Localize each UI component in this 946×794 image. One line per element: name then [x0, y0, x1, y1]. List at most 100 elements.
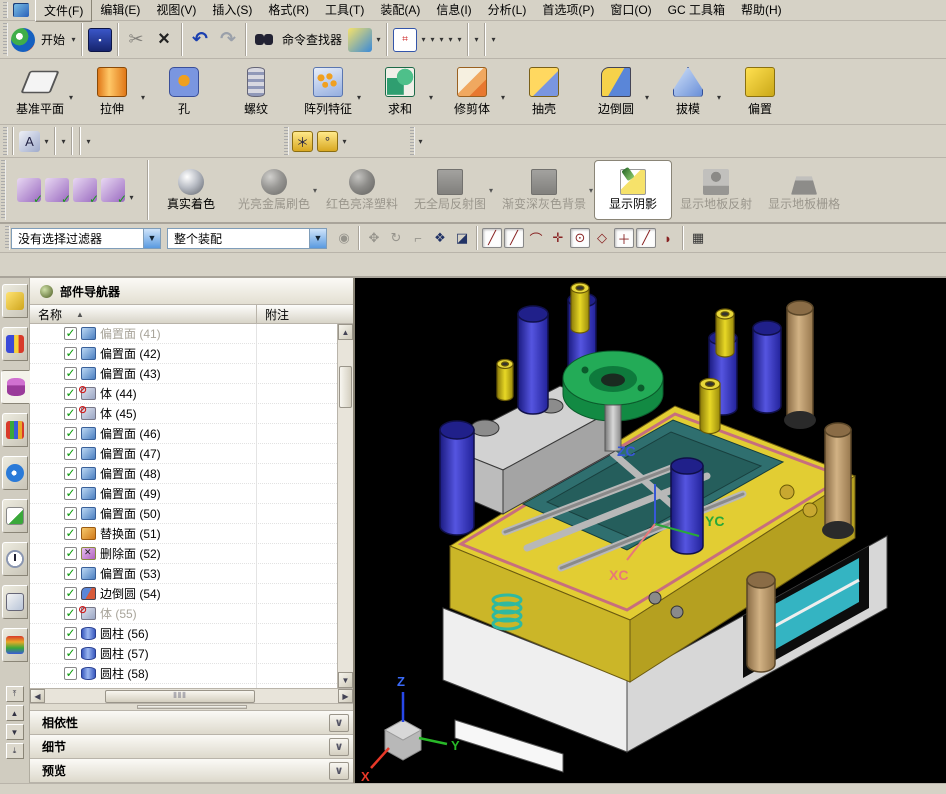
tree-row[interactable]: ✓ 偏置面 (50) [30, 504, 337, 524]
offset-button[interactable]: 偏置 [724, 59, 796, 124]
tree-row[interactable]: ✓ 替换面 (51) [30, 524, 337, 544]
toolbar-gripper[interactable] [1, 160, 6, 220]
tree-row[interactable]: ✓ 圆柱 (57) [30, 644, 337, 664]
column-header-note[interactable]: 附注 [257, 305, 297, 323]
tree-row[interactable]: ✓ 体 (45) [30, 403, 337, 424]
menu-item[interactable]: 视图(V) [148, 0, 204, 22]
edge-blend-button[interactable]: 边倒圆 ▾ [580, 59, 652, 124]
horizontal-scrollbar[interactable]: ◀ ⦀⦀⦀ ▶ [30, 689, 353, 704]
extrude-button[interactable]: 拉伸 ▾ [76, 59, 148, 124]
no-reflection-button[interactable]: 无全局反射图 ▾ [406, 160, 494, 220]
menu-item[interactable]: 帮助(H) [733, 0, 790, 22]
dropdown-icon[interactable]: ▾ [313, 186, 317, 195]
menu-item[interactable]: 格式(R) [260, 0, 317, 22]
dropdown-icon[interactable]: ▾ [472, 35, 481, 44]
menu-item[interactable]: 插入(S) [204, 0, 260, 22]
scroll-left-icon[interactable]: ◀ [30, 689, 45, 703]
delete-icon[interactable]: × [152, 28, 176, 52]
snap-midpoint-icon[interactable]: ╱ [504, 228, 524, 248]
save-icon[interactable]: ▪ [88, 27, 113, 52]
system-scenes-tab[interactable] [1, 585, 28, 619]
toolbar-gripper[interactable] [284, 127, 289, 155]
combo-dropdown-icon[interactable]: ▼ [143, 228, 160, 248]
res-down-icon[interactable]: ▼ [5, 724, 24, 740]
scroll-up-icon[interactable]: ▲ [338, 324, 353, 340]
menu-item[interactable]: 信息(I) [428, 0, 479, 22]
column-header-name[interactable]: 名称 ▲ [30, 305, 257, 323]
menu-item[interactable]: 分析(L) [480, 0, 535, 22]
menu-item[interactable]: 工具(T) [317, 0, 372, 22]
checkbox-icon[interactable]: ✓ [64, 507, 77, 520]
dropdown-icon[interactable]: ▾ [589, 186, 593, 195]
checkbox-icon[interactable]: ✓ [64, 547, 77, 560]
tree-row[interactable]: ✓ 边倒圆 (54) [30, 584, 337, 604]
res-up-icon[interactable]: ▲ [5, 705, 24, 721]
checkbox-icon[interactable]: ✓ [64, 447, 77, 460]
folder-circles-icon[interactable]: ° [317, 130, 338, 152]
checkbox-icon[interactable]: ✓ [64, 407, 77, 420]
dropdown-icon[interactable]: ▾ [428, 35, 437, 44]
checkbox-icon[interactable]: ✓ [64, 527, 77, 540]
dropdown-icon[interactable]: ▾ [429, 93, 433, 102]
menu-item[interactable]: 窗口(O) [602, 0, 659, 22]
chevron-down-icon[interactable]: ∨ [329, 737, 349, 756]
tree-row[interactable]: ✓ 删除面 (52) [30, 544, 337, 564]
tree-row[interactable]: ✓ 偏置面 (48) [30, 464, 337, 484]
toolbar-gripper[interactable] [3, 23, 8, 56]
tree-row[interactable]: ✓ 偏置面 (47) [30, 444, 337, 464]
internet-explorer-tab[interactable] [1, 456, 28, 490]
fit-view-icon[interactable]: ⌗ [393, 27, 418, 52]
dropdown-icon[interactable]: ▾ [489, 186, 493, 195]
checkbox-icon[interactable]: ✓ [64, 347, 77, 360]
gradient-background-button[interactable]: 渐变深灰色背景 ▾ [494, 160, 594, 220]
dropdown-icon[interactable]: ▾ [59, 137, 68, 146]
menu-item[interactable]: GC 工具箱 [660, 0, 733, 22]
toolbar-gripper[interactable] [3, 2, 8, 18]
dropdown-icon[interactable]: ▾ [419, 35, 428, 44]
folder-points-icon[interactable]: ＊ [292, 130, 313, 152]
checkbox-icon[interactable]: ✓ [64, 607, 77, 620]
visual-table-icon[interactable] [73, 178, 99, 206]
tree-row[interactable]: ✓ 体 (44) [30, 383, 337, 404]
scissors-icon[interactable]: ✂ [124, 28, 148, 52]
touch-dropdown-icon[interactable]: ▾ [374, 35, 383, 44]
tree-row[interactable]: ✓ 体 (55) [30, 603, 337, 624]
brushed-metal-button[interactable]: 光亮金属刷色 ▾ [230, 160, 318, 220]
tree-row[interactable]: ✓ 偏置面 (43) [30, 364, 337, 384]
binoculars-icon[interactable] [252, 28, 276, 52]
tree-row[interactable]: ✓ 圆柱 (58) [30, 664, 337, 684]
redo-icon[interactable]: ↷ [216, 28, 240, 52]
dropdown-icon[interactable]: ▾ [340, 137, 349, 146]
checkbox-icon[interactable]: ✓ [64, 487, 77, 500]
command-finder-button[interactable]: 命令查找器 [282, 31, 342, 48]
materials-tab[interactable] [1, 628, 28, 662]
checkbox-icon[interactable]: ✓ [64, 647, 77, 660]
checkbox-icon[interactable]: ✓ [64, 667, 77, 680]
toolbar-gripper[interactable] [410, 127, 415, 155]
checkbox-icon[interactable]: ✓ [64, 367, 77, 380]
true-shading-button[interactable]: 真实着色 [152, 160, 230, 220]
dropdown-icon[interactable]: ▾ [455, 35, 464, 44]
vertical-scrollbar[interactable]: ▲ ▼ [337, 324, 353, 688]
snap-handle-icon[interactable]: ✥ [364, 228, 384, 248]
web-browser-tab[interactable] [1, 499, 28, 533]
dropdown-icon[interactable]: ▾ [489, 35, 498, 44]
dropdown-icon[interactable]: ▾ [416, 137, 425, 146]
dropdown-icon[interactable]: ▾ [127, 193, 136, 202]
snap-point-icon[interactable]: ＋ [614, 228, 634, 248]
painter-icon[interactable]: ❖ [430, 228, 450, 248]
dropdown-icon[interactable]: ▾ [446, 35, 455, 44]
reuse-library-tab[interactable] [1, 413, 28, 447]
snap-rotate-icon[interactable]: ↻ [386, 228, 406, 248]
menu-item[interactable]: 首选项(P) [534, 0, 602, 22]
res-top-icon[interactable]: ⤒ [5, 686, 24, 702]
dropdown-icon[interactable]: ▾ [501, 93, 505, 102]
view-triad[interactable]: Z Y X [361, 674, 460, 783]
trim-body-button[interactable]: 修剪体 ▾ [436, 59, 508, 124]
checkbox-icon[interactable]: ✓ [64, 427, 77, 440]
history-tab[interactable] [1, 542, 28, 576]
tree-row[interactable]: ✓ 圆柱 (56) [30, 624, 337, 644]
scroll-right-icon[interactable]: ▶ [338, 689, 353, 703]
show-shadow-button[interactable]: 显示阴影 [594, 160, 673, 220]
rollover-icon[interactable]: ◉ [334, 228, 354, 248]
